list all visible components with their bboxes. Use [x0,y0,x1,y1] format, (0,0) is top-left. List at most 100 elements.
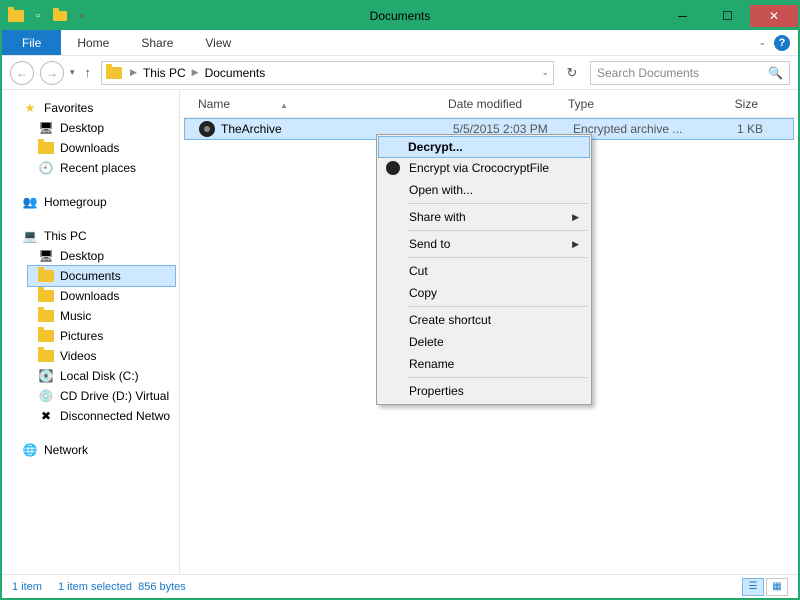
crococrypt-icon [385,160,401,176]
sidebar-item-documents[interactable]: Documents [27,265,176,287]
desktop-icon: 🖥 [38,248,54,264]
status-selected: 1 item selected 856 bytes [58,581,186,593]
window-title: Documents [370,9,431,23]
new-folder-icon[interactable] [50,6,70,26]
sidebar-item-desktop2[interactable]: 🖥Desktop [2,246,179,266]
tiles-view-button[interactable]: ▦ [766,578,788,596]
sidebar-item-pictures[interactable]: Pictures [2,326,179,346]
sidebar-thispc[interactable]: 💻This PC [2,226,179,246]
close-button[interactable]: ✕ [750,5,798,27]
folder-icon [6,6,26,26]
breadcrumb-dropdown-icon[interactable]: ⌄ [541,67,549,78]
menu-decrypt[interactable]: Decrypt... [378,136,590,158]
sidebar-item-localdisk[interactable]: 💽Local Disk (C:) [2,366,179,386]
file-tab[interactable]: File [2,30,61,55]
breadcrumb-documents[interactable]: Documents [205,66,266,80]
chevron-right-icon[interactable]: ▶ [188,67,203,78]
breadcrumb-thispc[interactable]: This PC [143,66,186,80]
sidebar-item-downloads2[interactable]: Downloads [2,286,179,306]
chevron-right-icon[interactable]: ▶ [126,67,141,78]
menu-open-with[interactable]: Open with... [379,179,589,201]
properties-icon[interactable]: ▫ [28,6,48,26]
ribbon: File Home Share View ⌄ ? [2,30,798,56]
desktop-icon: 🖥 [38,120,54,136]
search-icon: 🔍 [768,66,783,80]
menu-separator [407,203,588,204]
sidebar-item-netdrive[interactable]: ✖Disconnected Network Drive [2,406,179,426]
up-button[interactable]: ↑ [81,65,96,80]
sort-asc-icon: ▲ [280,101,288,110]
file-name: TheArchive [221,122,282,136]
forward-button[interactable]: → [40,61,64,85]
pictures-icon [38,328,54,344]
homegroup-icon: 👥 [22,194,38,210]
menu-encrypt[interactable]: Encrypt via CrococryptFile [379,157,589,179]
details-view-button[interactable]: ☰ [742,578,764,596]
menu-properties[interactable]: Properties [379,380,589,402]
submenu-arrow-icon: ▶ [572,239,579,250]
menu-separator [407,377,588,378]
search-placeholder: Search Documents [597,66,699,80]
column-name[interactable]: Name▲ [190,97,448,111]
computer-icon: 💻 [22,228,38,244]
cd-icon: 💿 [38,388,54,404]
encrypted-file-icon [199,121,215,137]
column-date[interactable]: Date modified [448,97,568,111]
menu-delete[interactable]: Delete [379,331,589,353]
drive-icon: 💽 [38,368,54,384]
help-icon[interactable]: ? [774,35,790,51]
breadcrumb[interactable]: ▶ This PC ▶ Documents ⌄ [101,61,554,85]
star-icon: ★ [22,100,38,116]
menu-separator [407,306,588,307]
folder-icon [38,140,54,156]
sidebar-item-downloads[interactable]: Downloads [2,138,179,158]
file-size: 1 KB [703,122,763,136]
tab-share[interactable]: Share [125,30,189,55]
maximize-button[interactable]: ☐ [705,5,750,27]
navigation-bar: ← → ▾ ↑ ▶ This PC ▶ Documents ⌄ ↻ Search… [2,56,798,90]
tab-home[interactable]: Home [61,30,125,55]
music-icon [38,308,54,324]
window-buttons: ─ ☐ ✕ [660,5,798,27]
menu-copy[interactable]: Copy [379,282,589,304]
folder-icon [38,288,54,304]
sidebar-item-desktop[interactable]: 🖥Desktop [2,118,179,138]
quick-access-toolbar: ▫ ▾ [6,6,92,26]
network-icon: 🌐 [22,442,38,458]
refresh-button[interactable]: ↻ [560,61,584,85]
submenu-arrow-icon: ▶ [572,212,579,223]
column-size[interactable]: Size [698,97,758,111]
minimize-button[interactable]: ─ [660,5,705,27]
folder-icon [38,268,54,284]
sidebar-network[interactable]: 🌐Network [2,440,179,460]
status-bar: 1 item 1 item selected 856 bytes ☰ ▦ [2,574,798,598]
folder-icon [106,67,122,79]
videos-icon [38,348,54,364]
sidebar-favorites[interactable]: ★Favorites [2,98,179,118]
file-type: Encrypted archive ... [573,122,703,136]
navigation-pane: ★Favorites 🖥Desktop Downloads 🕘Recent pl… [2,90,180,574]
history-dropdown-icon[interactable]: ▾ [70,67,75,78]
tab-view[interactable]: View [189,30,247,55]
column-headers: Name▲ Date modified Type Size [180,90,798,118]
explorer-window: ▫ ▾ Documents ─ ☐ ✕ File Home Share View… [0,0,800,600]
column-type[interactable]: Type [568,97,698,111]
sidebar-item-music[interactable]: Music [2,306,179,326]
menu-cut[interactable]: Cut [379,260,589,282]
menu-separator [407,257,588,258]
menu-rename[interactable]: Rename [379,353,589,375]
menu-share-with[interactable]: Share with▶ [379,206,589,228]
sidebar-homegroup[interactable]: 👥Homegroup [2,192,179,212]
network-drive-icon: ✖ [38,408,54,424]
titlebar[interactable]: ▫ ▾ Documents ─ ☐ ✕ [2,2,798,30]
sidebar-item-videos[interactable]: Videos [2,346,179,366]
menu-create-shortcut[interactable]: Create shortcut [379,309,589,331]
sidebar-item-recent[interactable]: 🕘Recent places [2,158,179,178]
context-menu: Decrypt... Encrypt via CrococryptFile Op… [376,134,592,405]
ribbon-expand-icon[interactable]: ⌄ [758,37,766,48]
menu-send-to[interactable]: Send to▶ [379,233,589,255]
search-input[interactable]: Search Documents 🔍 [590,61,790,85]
back-button[interactable]: ← [10,61,34,85]
qat-dropdown-icon[interactable]: ▾ [72,6,92,26]
sidebar-item-cddrive[interactable]: 💿CD Drive (D:) Virtual [2,386,179,406]
